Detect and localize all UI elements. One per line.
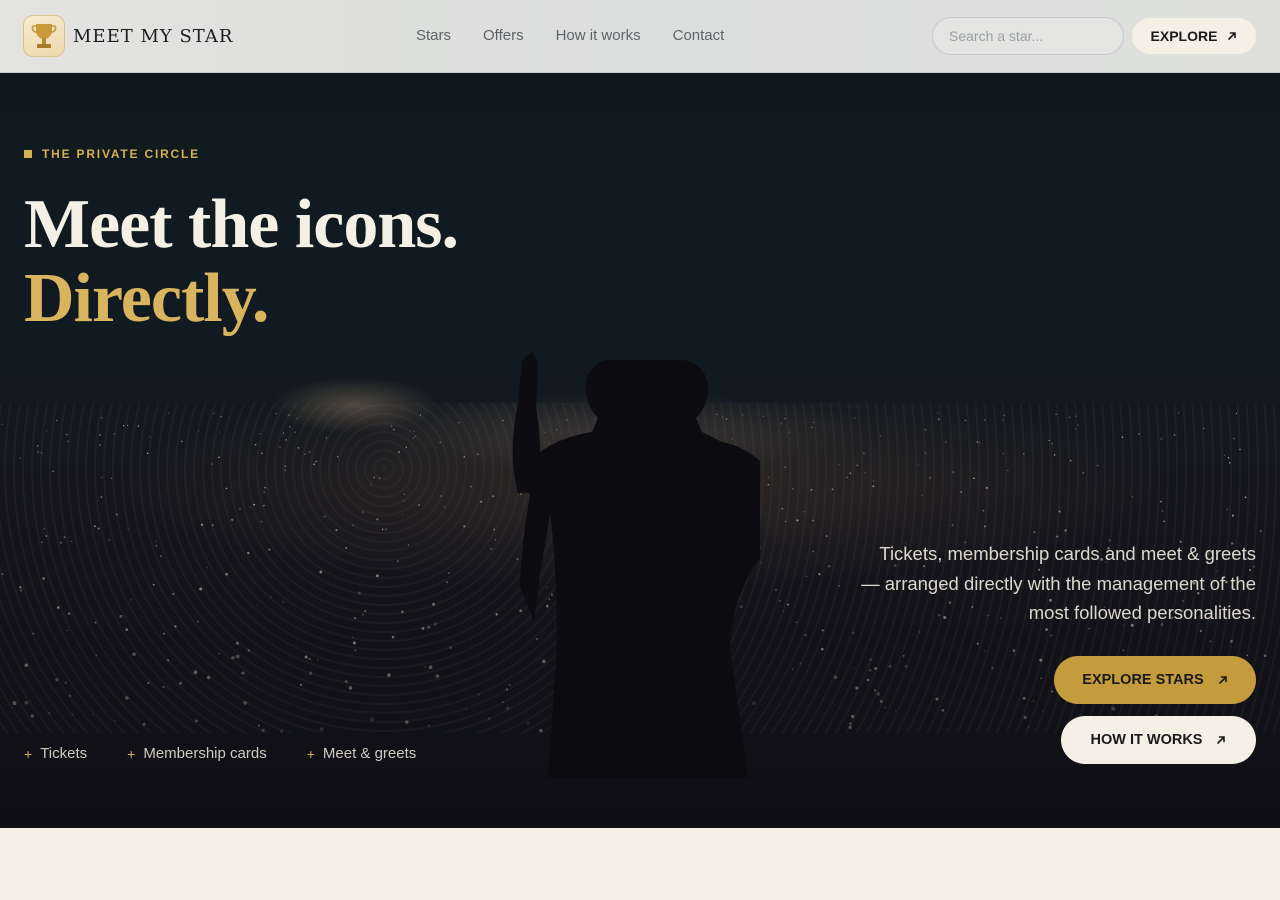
hero-headline: Meet the icons. Directly. (24, 186, 459, 337)
feature-label: Tickets (40, 745, 88, 762)
next-section-band (0, 828, 1280, 900)
hero-section: THE PRIVATE CIRCLE Meet the icons. Direc… (0, 73, 1280, 828)
nav-link-stars[interactable]: Stars (416, 27, 451, 44)
search-input[interactable] (932, 17, 1124, 55)
brand-logo[interactable]: MEET MY STAR (23, 15, 233, 57)
how-it-works-label: HOW IT WORKS (1090, 732, 1203, 748)
eyebrow-marker (24, 150, 32, 158)
arrow-up-right-icon (1228, 32, 1237, 40)
explore-stars-button[interactable]: EXPLORE STARS (1054, 656, 1256, 704)
arrow-up-right-icon (1217, 736, 1226, 744)
feature-label: Membership cards (143, 745, 267, 762)
eyebrow-text: THE PRIVATE CIRCLE (42, 147, 200, 161)
main-nav: Stars Offers How it works Contact (416, 27, 724, 44)
headline-line-2: Directly. (24, 260, 269, 337)
plus-icon: + (306, 745, 315, 762)
site-header: MEET MY STAR Stars Offers How it works C… (0, 0, 1280, 73)
hero-description: Tickets, membership cards and meet & gre… (861, 543, 1256, 623)
feature-list: + Tickets + Membership cards + Meet & gr… (24, 745, 416, 762)
headline-line-1: Meet the icons. (24, 186, 459, 263)
feature-label: Meet & greets (322, 745, 417, 762)
brand-name: MEET MY STAR (73, 25, 234, 47)
arrow-up-right-icon (1218, 676, 1227, 684)
hero-eyebrow: THE PRIVATE CIRCLE (24, 147, 200, 161)
trophy-icon (23, 15, 65, 57)
feature-item-tickets: + Tickets (24, 745, 87, 762)
nav-link-offers[interactable]: Offers (483, 27, 524, 44)
performer-silhouette (512, 351, 760, 778)
feature-item-membership-cards: + Membership cards (127, 745, 267, 762)
explore-stars-label: EXPLORE STARS (1082, 672, 1204, 688)
explore-button[interactable]: EXPLORE (1132, 18, 1256, 54)
plus-icon: + (24, 745, 33, 762)
nav-link-contact[interactable]: Contact (673, 27, 725, 44)
plus-icon: + (127, 745, 136, 762)
explore-button-label: EXPLORE (1150, 28, 1218, 44)
how-it-works-button[interactable]: HOW IT WORKS (1061, 716, 1256, 764)
feature-item-meet-greets: + Meet & greets (307, 745, 417, 762)
nav-link-how-it-works[interactable]: How it works (556, 27, 641, 44)
